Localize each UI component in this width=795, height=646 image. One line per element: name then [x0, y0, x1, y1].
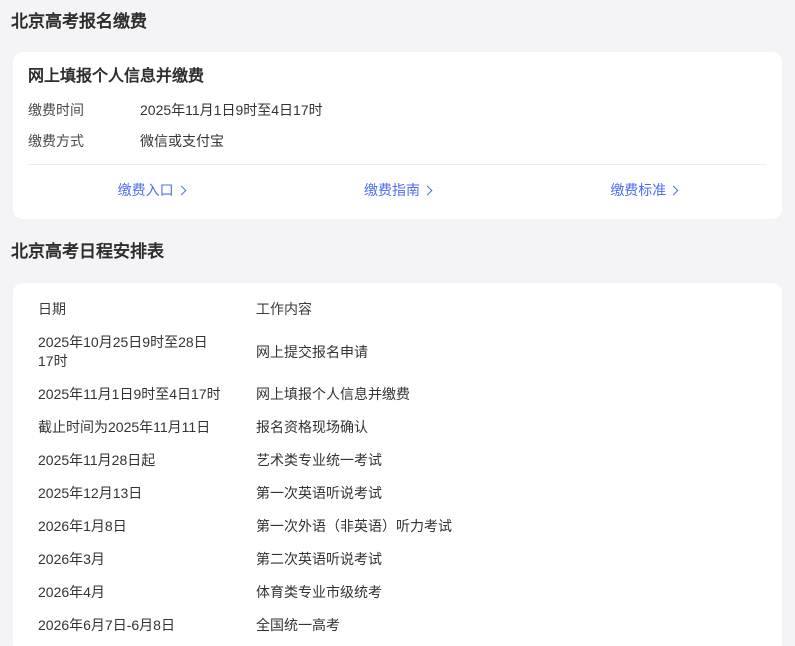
table-row: 2025年11月1日9时至4日17时 网上填报个人信息并缴费	[38, 378, 758, 411]
payment-method-row: 缴费方式 微信或支付宝	[28, 132, 767, 151]
row-date: 2025年12月13日	[38, 484, 222, 503]
table-row: 2026年4月 体育类专业市级统考	[38, 576, 758, 609]
row-content: 第一次英语听说考试	[256, 484, 758, 503]
chevron-right-icon	[669, 186, 679, 196]
row-date: 2025年11月28日起	[38, 451, 222, 470]
chevron-right-icon	[423, 186, 433, 196]
row-date: 2025年11月1日9时至4日17时	[38, 385, 222, 404]
row-content: 第二次英语听说考试	[256, 550, 758, 569]
row-date: 2026年1月8日	[38, 517, 222, 536]
payment-time-value: 2025年11月1日9时至4日17时	[140, 101, 323, 120]
payment-card-title: 网上填报个人信息并缴费	[28, 67, 767, 87]
schedule-table: 日期 工作内容 2025年10月25日9时至28日17时 网上提交报名申请 20…	[38, 293, 758, 642]
payment-guide-link-label: 缴费指南	[364, 182, 420, 198]
date-column-header: 日期	[38, 300, 222, 319]
table-row: 2025年12月13日 第一次英语听说考试	[38, 477, 758, 510]
content-column-header: 工作内容	[256, 300, 758, 319]
payment-guide-link[interactable]: 缴费指南	[274, 181, 520, 199]
row-content: 艺术类专业统一考试	[256, 451, 758, 470]
payment-method-label: 缴费方式	[28, 132, 140, 151]
row-content: 网上填报个人信息并缴费	[256, 385, 758, 404]
table-row: 截止时间为2025年11月11日 报名资格现场确认	[38, 411, 758, 444]
row-content: 第一次外语（非英语）听力考试	[256, 517, 758, 536]
table-row: 2026年3月 第二次英语听说考试	[38, 543, 758, 576]
section-heading-payment: 北京高考报名缴费	[11, 12, 782, 32]
schedule-card: 日期 工作内容 2025年10月25日9时至28日17时 网上提交报名申请 20…	[13, 283, 782, 646]
row-date: 2026年3月	[38, 550, 222, 569]
row-content: 全国统一高考	[256, 616, 758, 635]
chevron-right-icon	[176, 186, 186, 196]
row-date: 2026年4月	[38, 583, 222, 602]
payment-method-value: 微信或支付宝	[140, 132, 224, 151]
table-header-row: 日期 工作内容	[38, 293, 758, 326]
payment-card: 网上填报个人信息并缴费 缴费时间 2025年11月1日9时至4日17时 缴费方式…	[13, 52, 782, 219]
payment-time-row: 缴费时间 2025年11月1日9时至4日17时	[28, 101, 767, 120]
payment-entry-link-label: 缴费入口	[118, 182, 174, 198]
payment-standard-link-label: 缴费标准	[610, 182, 666, 198]
table-row: 2026年6月7日-6月8日 全国统一高考	[38, 609, 758, 642]
table-row: 2025年11月28日起 艺术类专业统一考试	[38, 444, 758, 477]
payment-time-label: 缴费时间	[28, 101, 140, 120]
page: 北京高考报名缴费 网上填报个人信息并缴费 缴费时间 2025年11月1日9时至4…	[0, 0, 795, 646]
payment-links-row: 缴费入口 缴费指南 缴费标准	[28, 164, 767, 204]
payment-standard-link[interactable]: 缴费标准	[521, 181, 767, 199]
section-heading-schedule: 北京高考日程安排表	[11, 242, 782, 262]
payment-entry-link[interactable]: 缴费入口	[28, 181, 274, 199]
row-content: 网上提交报名申请	[256, 343, 758, 362]
row-content: 报名资格现场确认	[256, 418, 758, 437]
table-row: 2025年10月25日9时至28日17时 网上提交报名申请	[38, 326, 758, 378]
row-date: 2025年10月25日9时至28日17时	[38, 333, 222, 371]
table-row: 2026年1月8日 第一次外语（非英语）听力考试	[38, 510, 758, 543]
row-content: 体育类专业市级统考	[256, 583, 758, 602]
row-date: 截止时间为2025年11月11日	[38, 418, 222, 437]
row-date: 2026年6月7日-6月8日	[38, 616, 222, 635]
